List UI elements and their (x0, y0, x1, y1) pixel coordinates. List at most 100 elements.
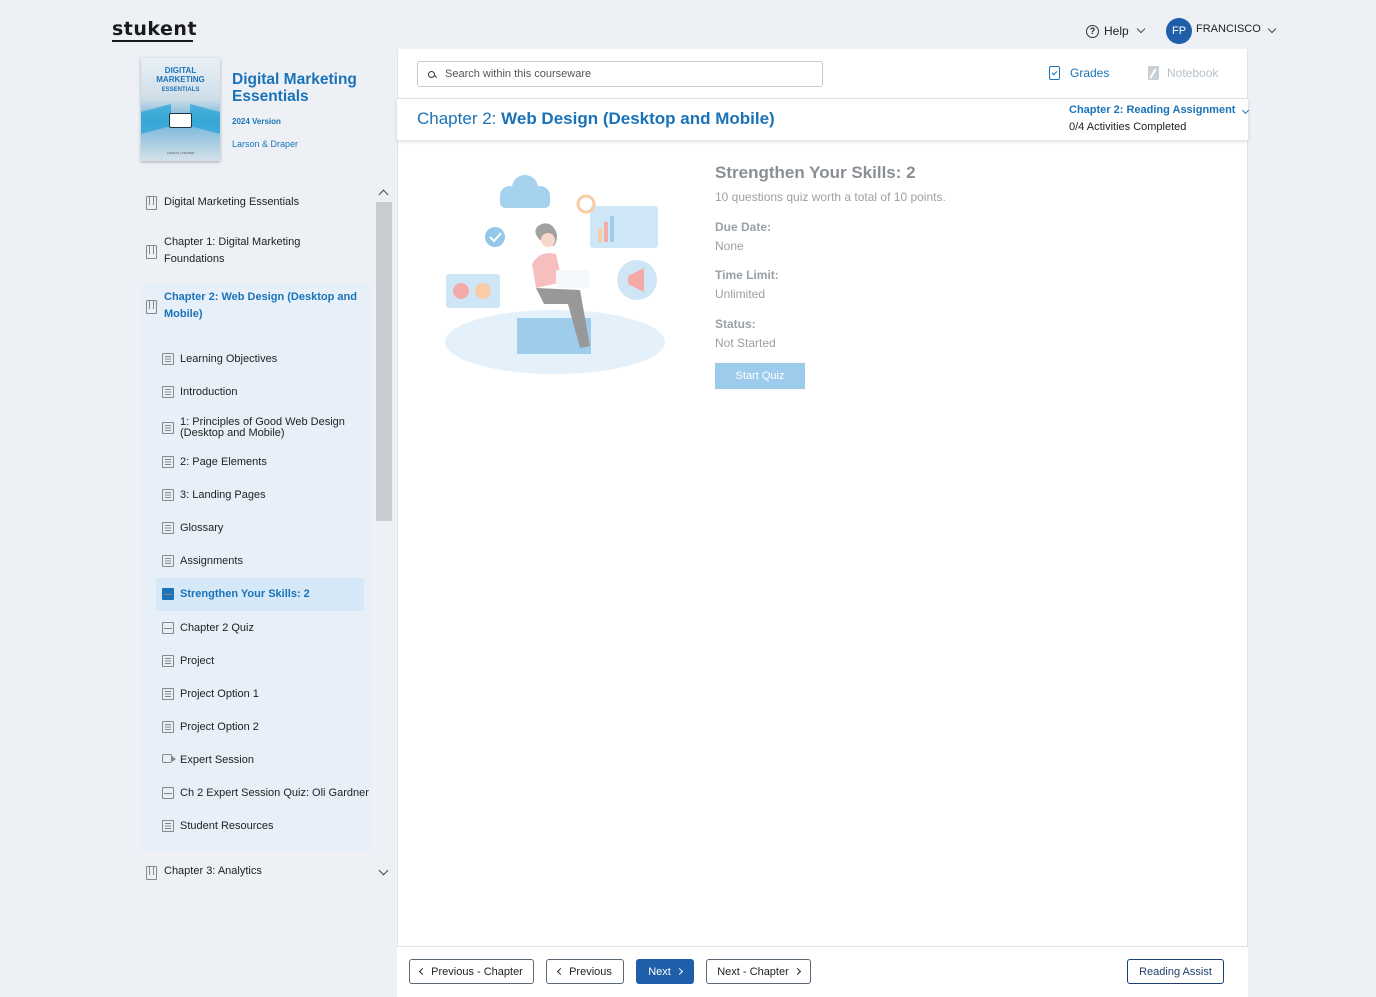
sidebar-subitem[interactable]: Project (180, 656, 214, 667)
activities-completed: 0/4 Activities Completed (1069, 121, 1187, 133)
cover-wing-right (190, 103, 220, 135)
assignment-dropdown[interactable]: Chapter 2: Reading Assignment (1069, 104, 1249, 116)
chapter-name: Web Design (Desktop and Mobile) (501, 109, 775, 128)
stukent-logo[interactable]: stukent (112, 18, 197, 42)
search-box[interactable] (417, 61, 823, 87)
sidebar-scrollbar[interactable] (376, 202, 392, 521)
sidebar-subitem[interactable]: Expert Session (180, 755, 254, 766)
document-icon (162, 422, 174, 434)
quiz-icon (162, 622, 174, 634)
grades-button[interactable]: Grades (1049, 66, 1109, 80)
due-date-value: None (715, 239, 744, 253)
help-icon: ? (1086, 24, 1099, 38)
document-icon (162, 655, 174, 667)
sidebar-item-book[interactable]: Digital Marketing Essentials (164, 194, 299, 211)
sidebar-subitem[interactable]: 1: Principles of Good Web Design (Deskto… (180, 417, 355, 439)
sidebar-item-chapter-3[interactable]: Chapter 3: Analytics (164, 863, 262, 880)
document-icon (162, 522, 174, 534)
sidebar-subitem[interactable]: Ch 2 Expert Session Quiz: Oli Gardner (180, 788, 369, 799)
quiz-icon (162, 787, 174, 799)
sidebar-subitem[interactable]: Assignments (180, 556, 243, 567)
help-menu[interactable]: ? Help (1086, 24, 1145, 38)
document-icon (162, 688, 174, 700)
sidebar-subitem[interactable]: Learning Objectives (180, 354, 277, 365)
chevron-right-icon (793, 967, 801, 976)
cover-title: DIGITAL MARKETING (156, 66, 205, 84)
quiz-title: Strengthen Your Skills: 2 (715, 163, 916, 182)
laptop-icon (169, 113, 192, 128)
document-icon (162, 555, 174, 567)
notebook-icon (1148, 66, 1159, 80)
search-input[interactable] (445, 68, 815, 80)
bookmark-icon (146, 245, 157, 259)
book-cover: DIGITAL MARKETING ESSENTIALS LARSON | DR… (141, 58, 220, 161)
chapter-title: Chapter 2: Web Design (Desktop and Mobil… (417, 109, 775, 129)
document-icon (162, 386, 174, 398)
sidebar-subitem[interactable]: 2: Page Elements (180, 457, 267, 468)
chapter-2-group (140, 283, 372, 851)
status-label: Status: (715, 317, 756, 331)
book-title: Digital Marketing Essentials (232, 71, 357, 105)
chevron-left-icon (557, 967, 565, 976)
chevron-down-icon (1267, 24, 1277, 34)
chevron-down-icon (1136, 24, 1145, 34)
sidebar-item-chapter-1[interactable]: Chapter 1: Digital Marketing Foundations (164, 234, 334, 268)
cover-authors: LARSON | DRAPER (166, 151, 195, 155)
time-limit-value: Unlimited (715, 287, 766, 301)
status-value: Not Started (715, 336, 776, 350)
next-chapter-button[interactable]: Next - Chapter (706, 959, 811, 984)
notebook-button[interactable]: Notebook (1148, 66, 1218, 80)
bookmark-icon (146, 196, 157, 210)
sidebar-subitem[interactable]: 3: Landing Pages (180, 490, 266, 501)
avatar: FP (1166, 18, 1192, 44)
quiz-description: 10 questions quiz worth a total of 10 po… (715, 190, 946, 204)
book-version: 2024 Version (232, 117, 281, 126)
search-icon (428, 70, 435, 78)
previous-chapter-label: Previous - Chapter (431, 965, 523, 978)
user-name: FRANCISCO (1196, 23, 1261, 35)
previous-chapter-button[interactable]: Previous - Chapter (409, 959, 534, 984)
next-label: Next (648, 965, 671, 978)
sidebar-item-chapter-2[interactable]: Chapter 2: Web Design (Desktop and Mobil… (164, 289, 359, 323)
quiz-illustration (445, 175, 665, 374)
cover-wing-left (141, 103, 171, 135)
document-icon (162, 353, 174, 365)
scroll-up-icon[interactable] (378, 189, 389, 200)
sidebar-subitem[interactable]: Project Option 2 (180, 722, 259, 733)
chapter-prefix: Chapter 2: (417, 109, 497, 128)
user-menu[interactable]: FP FRANCISCO (1166, 18, 1277, 44)
chevron-right-icon (675, 967, 683, 976)
assignment-label: Chapter 2: Reading Assignment (1069, 104, 1236, 116)
bookmark-icon (146, 300, 157, 314)
sidebar-subitem[interactable]: Chapter 2 Quiz (180, 623, 254, 634)
video-icon (162, 754, 176, 763)
due-date-label: Due Date: (715, 220, 772, 234)
reading-assist-button[interactable]: Reading Assist (1127, 959, 1224, 984)
scroll-down-icon[interactable] (378, 865, 389, 876)
book-author: Larson & Draper (232, 139, 299, 149)
previous-button[interactable]: Previous (546, 959, 624, 984)
quiz-icon (162, 588, 174, 600)
sidebar-subitem[interactable]: Project Option 1 (180, 689, 259, 700)
time-limit-label: Time Limit: (715, 268, 779, 282)
chevron-down-icon (1241, 106, 1249, 115)
sidebar-subitem[interactable]: Strengthen Your Skills: 2 (180, 589, 310, 600)
bookmark-icon (146, 866, 157, 880)
document-icon (162, 820, 174, 832)
help-label: Help (1104, 24, 1129, 38)
document-icon (162, 456, 174, 468)
notebook-label: Notebook (1167, 66, 1219, 80)
document-icon (162, 721, 174, 733)
cover-subtitle: ESSENTIALS (161, 87, 200, 93)
grades-label: Grades (1070, 66, 1110, 80)
next-chapter-label: Next - Chapter (717, 965, 789, 978)
clipboard-check-icon (1049, 66, 1060, 80)
sidebar-subitem[interactable]: Student Resources (180, 821, 274, 832)
document-icon (162, 489, 174, 501)
sidebar-subitem[interactable]: Introduction (180, 387, 237, 398)
previous-label: Previous (569, 965, 612, 978)
chevron-left-icon (419, 967, 427, 976)
start-quiz-button[interactable]: Start Quiz (715, 363, 805, 389)
next-button[interactable]: Next (636, 959, 694, 984)
sidebar-subitem[interactable]: Glossary (180, 523, 223, 534)
